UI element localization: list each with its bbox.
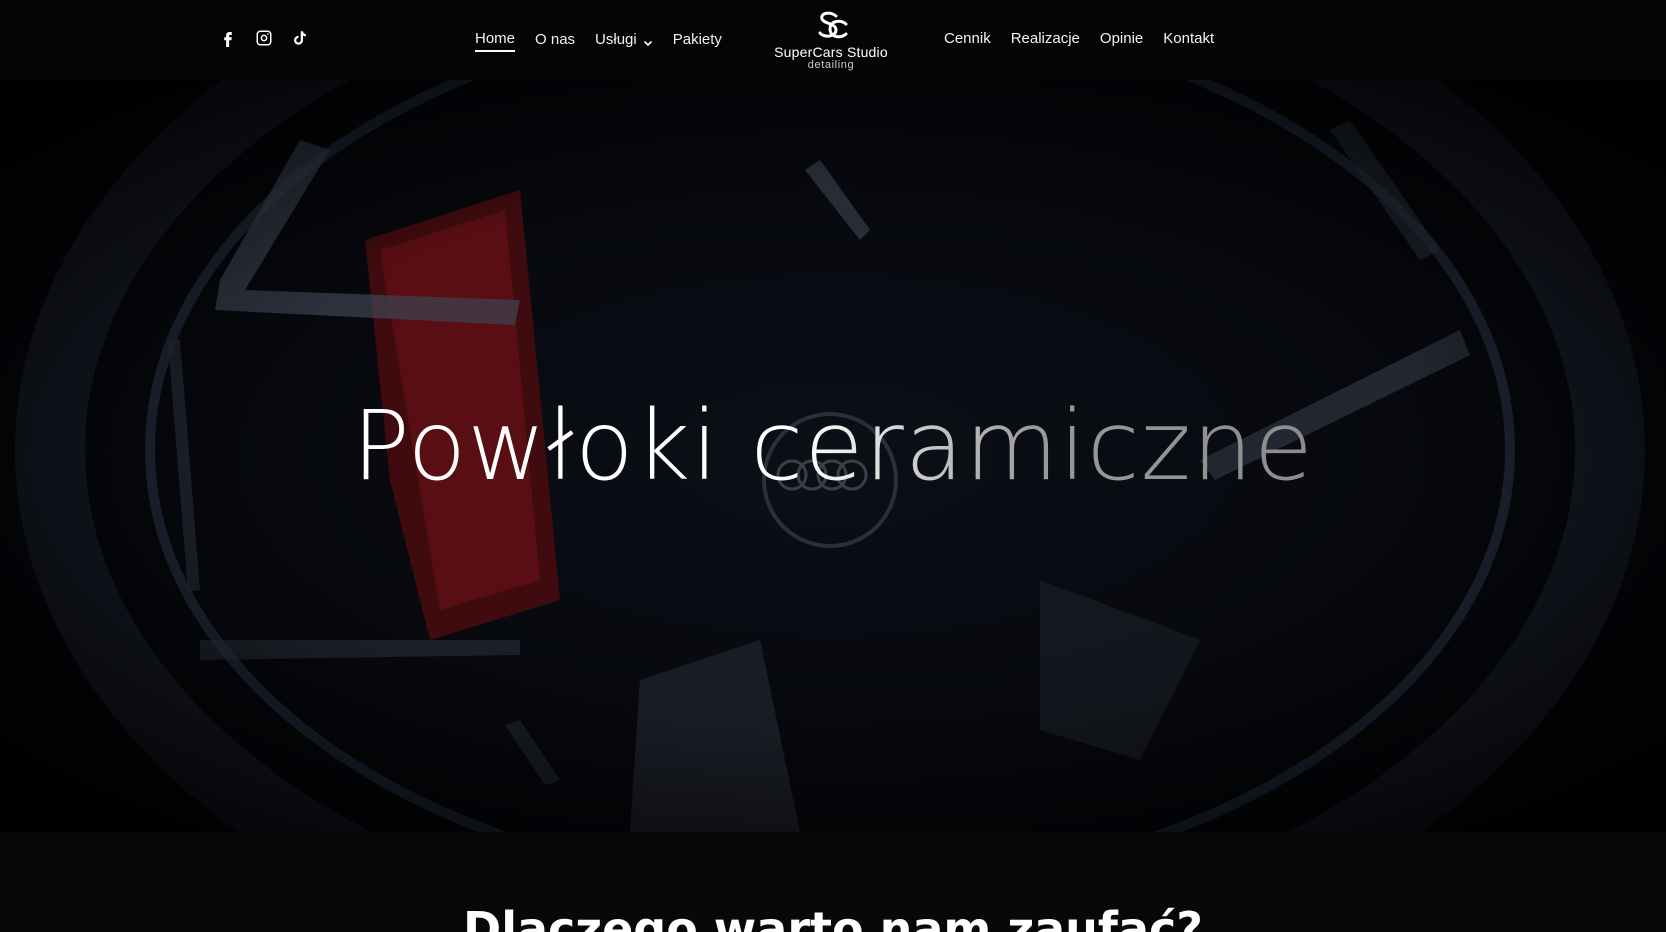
instagram-icon[interactable] — [254, 28, 274, 48]
nav-item-label: Kontakt — [1163, 30, 1215, 47]
logo-mark-icon — [810, 10, 852, 44]
logo-name: SuperCars Studio — [774, 44, 888, 60]
tiktok-icon[interactable] — [290, 28, 310, 48]
nav-right: Cennik Realizacje Opinie Kontakt — [944, 30, 1214, 50]
nav-item-label: Pakiety — [672, 31, 722, 48]
site-logo[interactable]: SuperCars Studio detailing — [770, 10, 892, 71]
chevron-down-icon — [643, 35, 653, 46]
nav-item-pakiety[interactable]: Pakiety — [673, 31, 722, 51]
nav-item-realizacje[interactable]: Realizacje — [1011, 30, 1080, 50]
nav-item-cennik[interactable]: Cennik — [944, 30, 991, 50]
nav-item-label: Realizacje — [1010, 30, 1080, 47]
nav-left: Home O nas Usługi Pakiety — [475, 30, 722, 52]
section-heading: Dlaczego warto nam zaufać? — [463, 902, 1203, 932]
nav-item-label: Cennik — [944, 30, 991, 47]
nav-item-o-nas[interactable]: O nas — [535, 31, 575, 51]
nav-item-uslugi[interactable]: Usługi — [595, 31, 653, 51]
nav-item-label: Opinie — [1099, 30, 1144, 47]
facebook-icon[interactable] — [218, 28, 238, 48]
logo-subtitle: detailing — [807, 59, 855, 71]
nav-item-opinie[interactable]: Opinie — [1100, 30, 1143, 50]
social-links — [218, 28, 310, 48]
nav-item-home[interactable]: Home — [475, 30, 516, 52]
hero-title: Powłoki ceramiczne — [0, 390, 1666, 502]
nav-item-label: O nas — [535, 31, 576, 48]
nav-item-kontakt[interactable]: Kontakt — [1163, 30, 1214, 50]
why-us-section: Dlaczego warto nam zaufać? — [0, 832, 1666, 932]
nav-item-label: Usługi — [595, 31, 637, 48]
nav-item-label: Home — [475, 30, 516, 47]
hero-section: Powłoki ceramiczne — [0, 80, 1666, 832]
site-header: Home O nas Usługi Pakiety SuperCars Stud… — [0, 0, 1666, 80]
